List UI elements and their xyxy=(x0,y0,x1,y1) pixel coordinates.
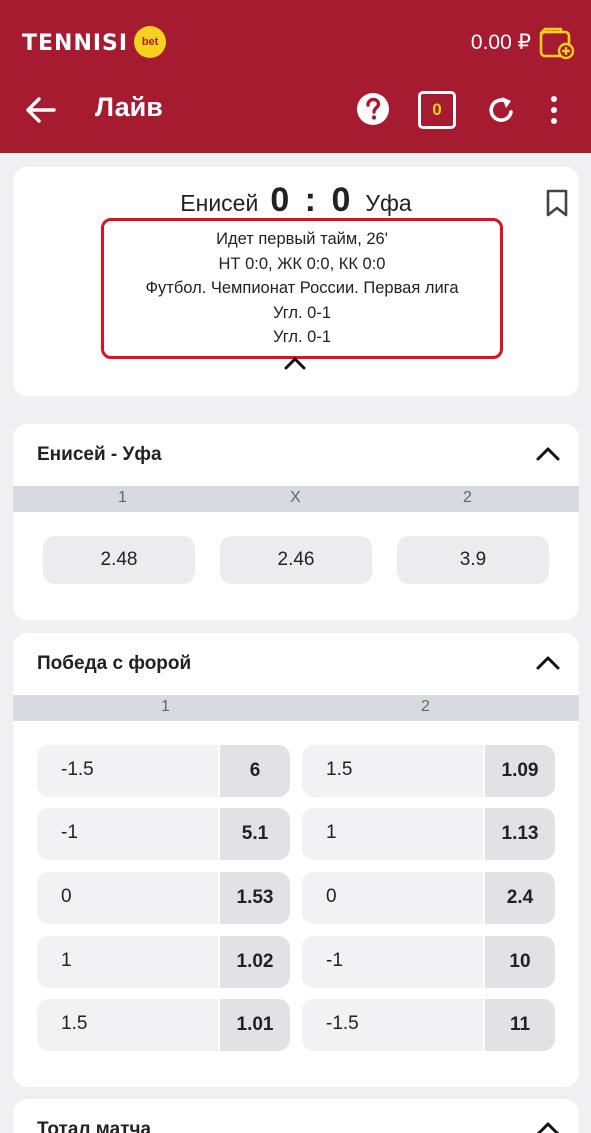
odds-value: 1.01 xyxy=(220,999,290,1051)
team-home: Енисей xyxy=(180,190,259,216)
handicap-option[interactable]: 1.5 1.01 xyxy=(37,999,290,1051)
odds-button-x[interactable]: 2.46 xyxy=(220,536,372,584)
market-header: 1 2 xyxy=(13,695,579,721)
column-header: X xyxy=(290,489,301,506)
market-title: Победа с форой xyxy=(37,653,192,674)
balance-amount[interactable]: 0.00 ₽ xyxy=(471,30,531,55)
match-stats: НТ 0:0, ЖК 0:0, КК 0:0 xyxy=(218,254,386,273)
more-options-icon[interactable] xyxy=(542,94,566,126)
column-header: 2 xyxy=(421,698,430,715)
handicap-option[interactable]: -1.5 6 xyxy=(37,745,290,797)
handicap-option[interactable]: -1 10 xyxy=(302,936,555,988)
brand-name: TENNISI xyxy=(22,30,129,56)
handicap-value: 0 xyxy=(326,886,337,907)
chevron-up-icon[interactable] xyxy=(283,356,307,370)
match-info: Идет первый тайм, 26' НТ 0:0, ЖК 0:0, КК… xyxy=(101,218,503,359)
market-total: Тотал матча xyxy=(13,1099,579,1133)
handicap-option[interactable]: 1 1.13 xyxy=(302,808,555,860)
handicap-option[interactable]: 1 1.02 xyxy=(37,936,290,988)
refresh-icon[interactable] xyxy=(485,93,517,127)
handicap-option[interactable]: -1.5 11 xyxy=(302,999,555,1051)
match-corners-2: Угл. 0-1 xyxy=(272,328,332,346)
odds-value: 10 xyxy=(485,936,555,988)
handicap-value: 1.5 xyxy=(326,759,353,780)
market-header: 1 X 2 xyxy=(13,486,579,512)
odds-value: 1.53 xyxy=(220,872,290,924)
bookmark-icon[interactable] xyxy=(545,189,569,217)
chevron-up-icon[interactable] xyxy=(535,446,561,462)
match-corners: Угл. 0-1 xyxy=(272,303,332,322)
odds-value: 1.13 xyxy=(485,808,555,860)
handicap-value: 0 xyxy=(61,886,72,907)
match-period: Идет первый тайм, 26' xyxy=(216,230,388,248)
handicap-option[interactable]: -1 5.1 xyxy=(37,808,290,860)
chevron-up-icon[interactable] xyxy=(535,1121,561,1133)
scoreboard: Енисей 0 : 0 Уфа xyxy=(13,181,579,220)
team-away: Уфа xyxy=(365,190,412,216)
chevron-up-icon[interactable] xyxy=(535,655,561,671)
odds-value: 1.02 xyxy=(220,936,290,988)
odds-value: 1.09 xyxy=(485,745,555,797)
column-header: 2 xyxy=(463,489,472,506)
odds-value: 11 xyxy=(485,999,555,1051)
odds-value: 5.1 xyxy=(220,808,290,860)
handicap-value: -1 xyxy=(326,950,343,971)
match-league: Футбол. Чемпионат России. Первая лига xyxy=(145,279,459,297)
handicap-value: 1 xyxy=(326,822,337,843)
wallet-add-icon[interactable] xyxy=(539,26,575,60)
odds-value: 6 xyxy=(220,745,290,797)
handicap-value: 1 xyxy=(61,950,72,971)
help-icon[interactable] xyxy=(356,92,390,126)
handicap-value: -1 xyxy=(61,822,78,843)
back-arrow-icon[interactable] xyxy=(24,94,58,126)
odds-value: 2.4 xyxy=(485,872,555,924)
market-match-result: Енисей - Уфа 1 X 2 2.48 2.46 3.9 xyxy=(13,424,579,620)
brand-badge: bet xyxy=(134,26,167,58)
app-header: TENNISI bet 0.00 ₽ Лайв 0 xyxy=(0,0,591,153)
market-title: Тотал матча xyxy=(37,1119,152,1133)
page-title: Лайв xyxy=(95,92,163,122)
coupon-button[interactable]: 0 xyxy=(418,91,456,129)
odds-button-2[interactable]: 3.9 xyxy=(397,536,549,584)
handicap-value: -1.5 xyxy=(61,759,94,780)
handicap-value: 1.5 xyxy=(61,1013,88,1034)
match-score-card: Енисей 0 : 0 Уфа Идет первый тайм, 26' Н… xyxy=(13,167,579,396)
match-score: 0 : 0 xyxy=(270,181,354,219)
handicap-option[interactable]: 0 1.53 xyxy=(37,872,290,924)
column-header: 1 xyxy=(118,489,127,506)
market-handicap: Победа с форой 1 2 -1.5 6 1.5 1.09 -1 5.… xyxy=(13,633,579,1087)
coupon-count: 0 xyxy=(432,100,442,119)
market-title: Енисей - Уфа xyxy=(37,444,162,465)
odds-button-1[interactable]: 2.48 xyxy=(43,536,195,584)
handicap-value: -1.5 xyxy=(326,1013,359,1034)
brand-logo[interactable]: TENNISI bet xyxy=(22,26,167,60)
handicap-option[interactable]: 1.5 1.09 xyxy=(302,745,555,797)
column-header: 1 xyxy=(161,698,170,715)
handicap-option[interactable]: 0 2.4 xyxy=(302,872,555,924)
